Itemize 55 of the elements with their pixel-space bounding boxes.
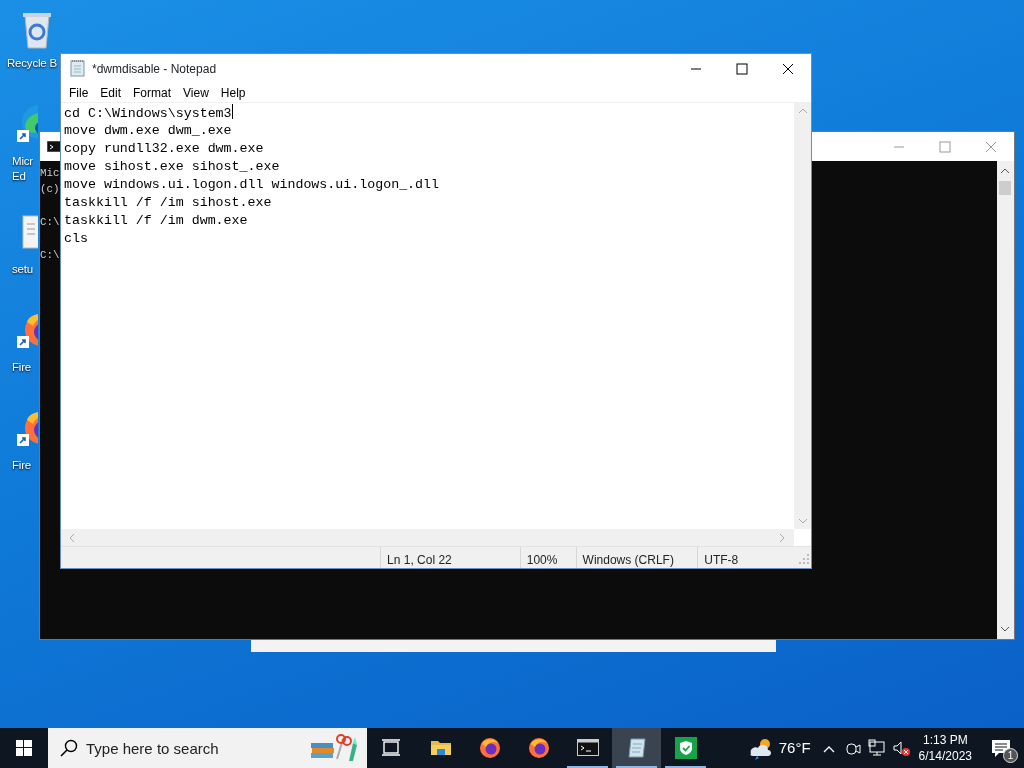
text-line: taskkill /f /im dwm.exe bbox=[64, 213, 248, 228]
status-text: 100% bbox=[519, 547, 576, 568]
icon-label: Fire bbox=[12, 458, 31, 473]
notepad-icon bbox=[69, 60, 86, 77]
text-cursor bbox=[231, 104, 233, 119]
text-line: move windows.ui.logon.dll windows.ui.logon_.dll bbox=[64, 177, 440, 192]
status-text: UTF-8 bbox=[697, 547, 798, 568]
console-text: C:\ bbox=[40, 248, 60, 261]
shield-icon bbox=[674, 737, 697, 759]
search-highlight-drawing bbox=[309, 733, 359, 763]
text-line: cls bbox=[64, 231, 88, 246]
text-line: taskkill /f /im sihost.exe bbox=[64, 195, 272, 210]
notepad-icon bbox=[625, 737, 648, 759]
console-text: C:\ bbox=[40, 216, 60, 229]
scroll-thumb[interactable] bbox=[999, 181, 1011, 195]
icon-label: Micr bbox=[12, 154, 33, 169]
resize-grip-icon[interactable] bbox=[797, 552, 811, 566]
close-icon bbox=[782, 62, 794, 75]
console-icon bbox=[576, 737, 599, 759]
scrollbar[interactable] bbox=[997, 161, 1014, 639]
status-text: Windows (CRLF) bbox=[575, 547, 698, 568]
search-field[interactable]: Type here to search bbox=[48, 728, 367, 768]
icon-label: Recycle B bbox=[7, 56, 57, 71]
maximize-icon bbox=[939, 140, 951, 153]
console-text: (c) bbox=[40, 183, 60, 196]
console-text: Mic bbox=[40, 167, 60, 179]
icon-label: Fire bbox=[12, 360, 31, 375]
firefox-icon bbox=[527, 737, 550, 759]
menu-item[interactable]: Format bbox=[127, 83, 178, 102]
windows-logo-icon bbox=[16, 740, 32, 756]
weather-button[interactable]: 76°F bbox=[741, 728, 817, 768]
text-line: cd C:\Windows\system3 bbox=[64, 106, 232, 121]
network-icon[interactable] bbox=[867, 739, 886, 757]
menu-item[interactable]: View bbox=[177, 83, 215, 102]
task-view-icon bbox=[380, 737, 403, 759]
maximize-icon bbox=[736, 62, 748, 75]
text-line: move dwm.exe dwm_.exe bbox=[64, 123, 232, 138]
search-icon bbox=[60, 739, 78, 757]
clock-button[interactable]: 1:13 PM 6/14/2023 bbox=[912, 728, 978, 768]
text-line: move sihost.exe sihost_.exe bbox=[64, 159, 280, 174]
menu-item[interactable]: File bbox=[63, 83, 95, 102]
window-title: *dwmdisable - Notepad bbox=[92, 60, 217, 78]
menu-item[interactable]: Edit bbox=[94, 83, 128, 102]
taskbar-app-button[interactable] bbox=[612, 728, 661, 768]
notifications-button[interactable]: 1 bbox=[978, 728, 1024, 768]
status-text: Ln 1, Col 22 bbox=[380, 547, 520, 568]
icon-label: setu bbox=[12, 262, 33, 277]
close-icon bbox=[985, 140, 997, 153]
firefox-icon bbox=[478, 737, 501, 759]
muted-speaker-icon[interactable] bbox=[891, 739, 910, 757]
icon-label: Ed bbox=[12, 169, 27, 184]
weather-icon bbox=[747, 736, 773, 760]
text-line: copy rundll32.exe dwm.exe bbox=[64, 141, 264, 156]
text-area[interactable]: cd C:\Windows\system3 move dwm.exe dwm_.exe copy rundll32.exe dwm.exe move sihost.exe sihost_.exe move windows.ui.logon.dll windows.ui.logon_.dll taskkill /f /im sihost.exe taskkill /f /im dwm.exe cls bbox=[61, 103, 794, 529]
menu-item[interactable]: Help bbox=[214, 83, 252, 102]
